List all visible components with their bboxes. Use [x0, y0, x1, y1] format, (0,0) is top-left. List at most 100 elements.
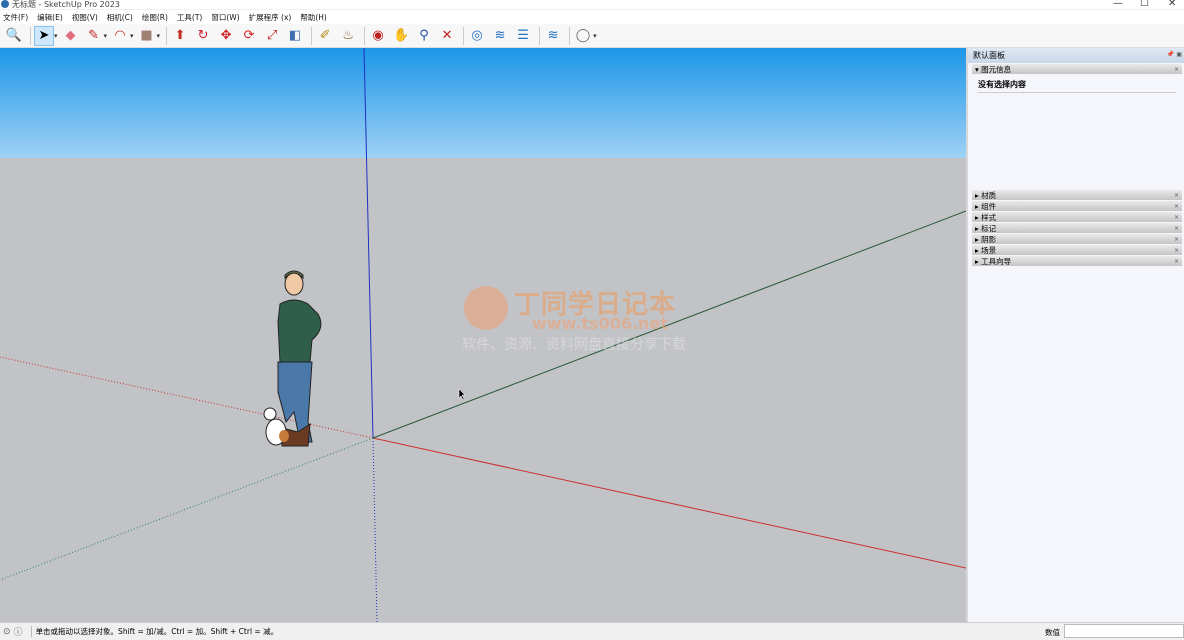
chevron-down-icon[interactable]: ▾ — [104, 32, 108, 40]
warehouse-button[interactable]: ◎ — [467, 26, 487, 46]
eraser-button[interactable]: ◆ — [61, 26, 81, 46]
rotate-icon: ⟳ — [243, 28, 255, 43]
rectangle-button[interactable]: ■ — [137, 26, 157, 46]
toolbar-separator — [166, 26, 168, 45]
close-icon[interactable]: × — [1174, 236, 1179, 243]
chevron-down-icon[interactable]: ▾ — [593, 32, 597, 40]
arc-button[interactable]: ◠ — [110, 26, 130, 46]
scale-icon: ⤢ — [266, 28, 278, 43]
section-0[interactable]: ▸ 材质 × — [972, 190, 1182, 200]
follow-me-button[interactable]: ↻ — [193, 26, 213, 46]
offset-button[interactable]: ◧ — [285, 26, 305, 46]
menu-item[interactable]: 文件(F) — [3, 12, 28, 23]
menu-item[interactable]: 工具(T) — [177, 12, 202, 23]
measurements-label: 数值 — [1045, 628, 1060, 637]
minimize-button[interactable]: — — [1113, 0, 1123, 9]
menu-item[interactable]: 扩展程序 (x) — [249, 12, 292, 23]
menu-item[interactable]: 帮助(H) — [300, 12, 327, 23]
chevron-down-icon[interactable]: ▾ — [157, 32, 161, 40]
section-label: 图元信息 — [981, 64, 1012, 74]
blue-axis — [363, 48, 374, 439]
toolbar-separator — [364, 26, 366, 45]
zoom-window-button[interactable]: ✕ — [437, 26, 457, 46]
paint-bucket-icon: ♨ — [342, 28, 354, 43]
pin-icon[interactable]: 📌 — [1167, 51, 1174, 58]
watermark-url: www.ts006.net — [532, 314, 668, 333]
chevron-down-icon[interactable]: ▾ — [130, 32, 134, 40]
push-pull-button[interactable]: ⬆ — [170, 26, 190, 46]
3d-viewport[interactable]: 丁同学日记本 www.ts006.net 软件、资源、资料网盘直接分享下载 — [0, 48, 966, 622]
close-icon[interactable]: × — [1174, 203, 1179, 210]
orbit-icon: ◉ — [372, 28, 384, 43]
warehouse-icon: ◎ — [471, 28, 483, 43]
toolbar-separator — [311, 26, 313, 45]
measurements-input[interactable] — [1064, 624, 1184, 638]
extension-warehouse-button[interactable]: ≋ — [490, 26, 510, 46]
section-2[interactable]: ▸ 样式 × — [972, 212, 1182, 222]
menu-item[interactable]: 视图(V) — [72, 12, 98, 23]
red-axis — [372, 437, 966, 569]
zoom-extents-icon: 🔍 — [5, 28, 23, 43]
close-tray-icon[interactable]: ▣ — [1176, 51, 1182, 58]
menu-item[interactable]: 相机(C) — [107, 12, 133, 23]
sketchup-logo-icon — [1, 0, 9, 8]
close-icon[interactable]: × — [1174, 258, 1179, 265]
section-1[interactable]: ▸ 组件 × — [972, 201, 1182, 211]
close-icon[interactable]: × — [1174, 214, 1179, 221]
section-label: 阴影 — [981, 234, 997, 244]
account-button[interactable]: ◯ — [573, 26, 593, 46]
zoom-extents-button[interactable]: 🔍 — [4, 26, 24, 46]
eraser-icon: ◆ — [65, 28, 76, 43]
chevron-down-icon[interactable]: ▾ — [54, 32, 58, 40]
pan-icon: ✋ — [392, 28, 410, 43]
pan-button[interactable]: ✋ — [391, 26, 411, 46]
person-figure — [277, 270, 322, 447]
geolocation-icon[interactable]: ⊙ — [3, 627, 11, 637]
window-title: 无标题 - SketchUp Pro 2023 — [12, 0, 120, 9]
green-axis — [372, 210, 966, 439]
menu-item[interactable]: 编辑(E) — [37, 12, 63, 23]
extension-manager-button[interactable]: ≋ — [543, 26, 563, 46]
pencil-button[interactable]: ✎ — [84, 26, 104, 46]
arc-icon: ◠ — [114, 28, 126, 43]
section-3[interactable]: ▸ 标记 × — [972, 223, 1182, 233]
select-button[interactable]: ➤ — [34, 25, 54, 46]
account-icon: ◯ — [575, 28, 591, 43]
orbit-button[interactable]: ◉ — [368, 26, 388, 46]
section-4[interactable]: ▸ 阴影 × — [972, 234, 1182, 244]
watermark-dog-logo — [464, 286, 508, 330]
rotate-button[interactable]: ⟳ — [239, 26, 259, 46]
tape-measure-icon: ✐ — [319, 28, 331, 43]
push-pull-icon: ⬆ — [174, 28, 186, 43]
status-message: 单击或拖动以选择对象。Shift = 加/减。Ctrl = 加。Shift + … — [30, 626, 278, 637]
toolbar-separator — [539, 26, 541, 45]
close-icon[interactable]: × — [1174, 247, 1179, 254]
menu-item[interactable]: 绘图(R) — [142, 12, 168, 23]
section-5[interactable]: ▸ 场景 × — [972, 245, 1182, 255]
paint-bucket-button[interactable]: ♨ — [338, 26, 358, 46]
close-button[interactable]: ✕ — [1168, 0, 1176, 9]
menu-item[interactable]: 窗口(W) — [211, 12, 239, 23]
info-icon[interactable]: ⓘ — [14, 625, 23, 638]
menu-bar: 文件(F) 编辑(E) 视图(V) 相机(C) 绘图(R) 工具(T) 窗口(W) 扩展程序 … — [0, 10, 1184, 24]
section-label: 场景 — [981, 245, 997, 255]
layout-icon: ☰ — [517, 28, 529, 43]
default-tray: 默认面板 📌 ▣ ▾ 图元信息 × 没有选择内容 ▸ 材质 × ▸ 组件 × ▸ 样式 × ▸… — [966, 48, 1184, 622]
scale-button[interactable]: ⤢ — [262, 26, 282, 46]
section-6[interactable]: ▸ 工具向导 × — [972, 256, 1182, 266]
move-button[interactable]: ✥ — [216, 26, 236, 46]
tape-measure-button[interactable]: ✐ — [315, 26, 335, 46]
section-entity-info[interactable]: ▾ 图元信息 × — [972, 64, 1182, 74]
rectangle-icon: ■ — [140, 28, 153, 43]
move-icon: ✥ — [220, 28, 232, 43]
follow-me-icon: ↻ — [197, 28, 209, 43]
toolbar-separator — [30, 26, 31, 45]
zoom-button[interactable]: ⚲ — [414, 26, 434, 46]
close-icon[interactable]: × — [1174, 66, 1179, 73]
blue-axis-negative — [372, 437, 378, 622]
maximize-button[interactable]: ☐ — [1140, 0, 1149, 9]
layout-button[interactable]: ☰ — [513, 26, 533, 46]
close-icon[interactable]: × — [1174, 192, 1179, 199]
tray-title: 默认面板 — [973, 51, 1005, 60]
close-icon[interactable]: × — [1174, 225, 1179, 232]
